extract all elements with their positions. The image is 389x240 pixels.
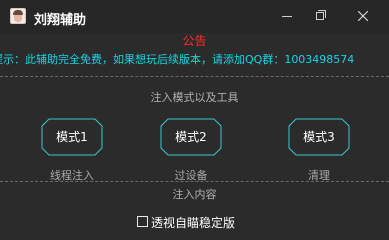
minimize-button[interactable] [272, 4, 302, 28]
divider [0, 76, 389, 77]
mode-3-label: 模式3 [303, 130, 335, 144]
avatar-icon [10, 8, 26, 24]
window-title: 刘翔辅助 [34, 13, 87, 28]
notice-title: 公告 [182, 34, 207, 48]
checkbox-label: 透视自瞄稳定版 [151, 216, 236, 230]
mode-1-label: 模式1 [56, 130, 88, 144]
section-label-inject-mode: 注入模式以及工具 [150, 91, 239, 104]
close-icon [358, 11, 368, 21]
mode-2-label: 模式2 [175, 130, 207, 144]
title-bar[interactable]: 刘翔辅助 [0, 0, 389, 33]
section-label-inject-content: 注入内容 [172, 188, 217, 201]
mode-1-button[interactable]: 模式1 [41, 118, 103, 156]
checkbox-box[interactable] [137, 216, 148, 227]
divider [0, 181, 389, 182]
mode-2-button[interactable]: 模式2 [160, 118, 222, 156]
close-button[interactable] [345, 4, 381, 28]
maximize-button[interactable] [305, 4, 335, 28]
minimize-icon [282, 16, 292, 17]
notice-text: 提示：此辅助完全免费，如果想玩后续版本，请添加QQ群：1003498574 [0, 53, 355, 66]
app-window: 刘翔辅助 公告 提示：此辅助完全免费，如果想玩后续版本，请添加QQ群：10034… [0, 0, 389, 236]
mode-3-button[interactable]: 模式3 [288, 118, 350, 156]
